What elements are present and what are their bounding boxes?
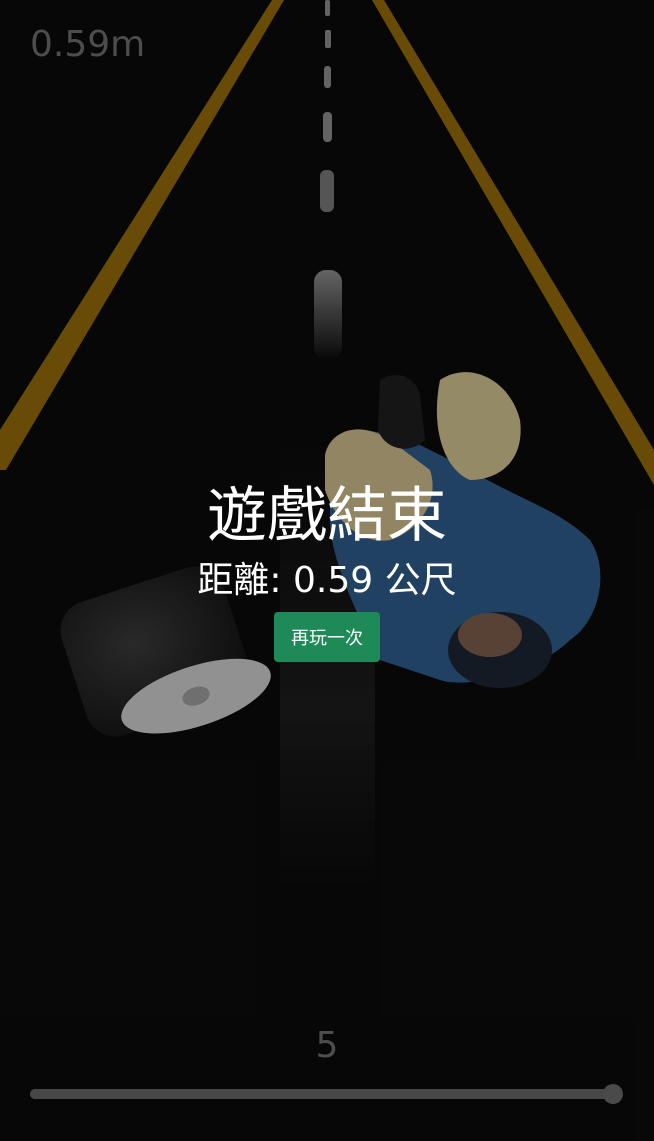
game-over-title: 遊戲結束 (207, 481, 447, 551)
game-over-panel: 遊戲結束 距離: 0.59 公尺 再玩一次 (0, 478, 654, 662)
final-distance-text: 距離: 0.59 公尺 (197, 560, 457, 601)
slider-fill (30, 1089, 615, 1099)
slider-thumb[interactable] (603, 1084, 623, 1104)
game-stage: 0.59m 遊戲結束 距離: 0.59 公尺 再玩一次 5 (0, 0, 654, 1141)
replay-button[interactable]: 再玩一次 (274, 612, 380, 662)
distance-counter: 0.59m (30, 24, 146, 65)
speed-slider[interactable] (30, 1084, 623, 1104)
slider-value-label: 5 (315, 1025, 339, 1066)
